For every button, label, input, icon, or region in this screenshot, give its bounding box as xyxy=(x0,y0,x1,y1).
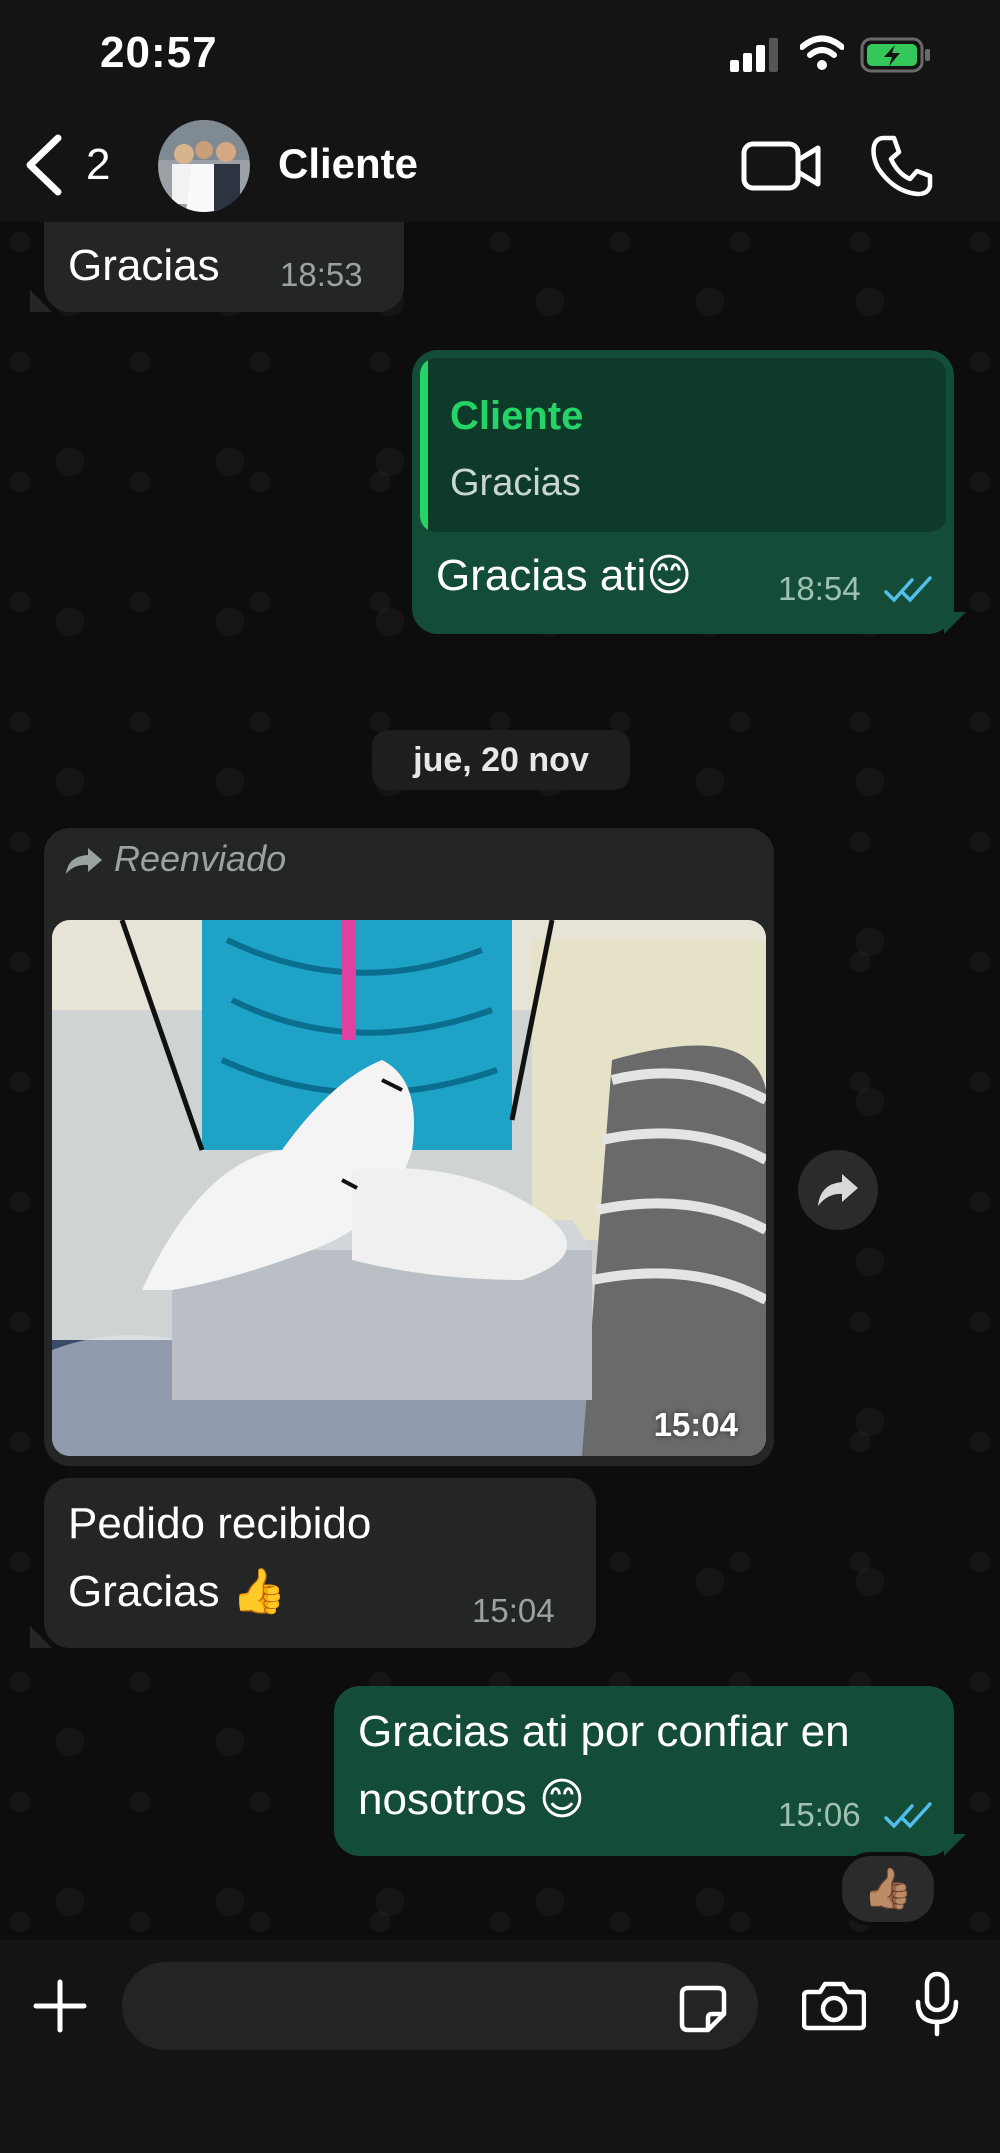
signal-icon xyxy=(730,38,782,77)
battery-icon xyxy=(860,36,932,79)
camera-icon[interactable] xyxy=(801,1978,867,2037)
forward-arrow-icon xyxy=(64,846,104,881)
bubble-tail xyxy=(944,1834,966,1856)
video-call-icon[interactable] xyxy=(740,136,824,201)
chat-header: 2 Cliente xyxy=(0,110,1000,222)
wifi-icon xyxy=(799,34,845,77)
date-separator: jue, 20 nov xyxy=(372,730,630,790)
reaction-badge[interactable]: 👍🏽 xyxy=(838,1852,938,1926)
message-text-line: Gracias ati por confiar en xyxy=(358,1707,850,1756)
message-text-line: Gracias 👍 xyxy=(68,1567,287,1616)
quote-bar xyxy=(420,358,428,532)
bubble-tail xyxy=(30,1626,52,1648)
message-text-line: Pedido recibido xyxy=(68,1499,372,1548)
outgoing-message[interactable]: Gracias ati por confiar en nosotros 😊 15… xyxy=(334,1686,954,1856)
message-time: 15:06 xyxy=(778,1796,861,1833)
forwarded-image-message[interactable]: Reenviado 15:04 xyxy=(44,828,774,1466)
status-bar: 20:57 xyxy=(0,0,1000,110)
message-time: 15:04 xyxy=(653,1406,738,1443)
status-time: 20:57 xyxy=(100,28,218,77)
message-text-line: nosotros 😊 xyxy=(358,1775,585,1824)
read-ticks-icon xyxy=(884,574,934,611)
read-ticks-icon xyxy=(884,1800,934,1837)
contact-name[interactable]: Cliente xyxy=(278,140,418,188)
chat-area[interactable]: Gracias 18:53 Cliente Gracias Gracias at… xyxy=(0,222,1000,1940)
quote-author: Cliente xyxy=(450,394,584,438)
back-button[interactable] xyxy=(20,130,70,205)
unread-count[interactable]: 2 xyxy=(86,140,110,190)
message-text: Gracias ati😊 xyxy=(436,551,693,600)
forwarded-label: Reenviado xyxy=(114,838,287,879)
shoe-photo[interactable]: 15:04 xyxy=(52,920,766,1456)
composer-bar xyxy=(0,1940,1000,2153)
bubble-tail xyxy=(944,612,966,634)
message-text: Gracias xyxy=(68,241,220,290)
incoming-message[interactable]: Pedido recibido Gracias 👍 15:04 xyxy=(44,1478,596,1648)
message-time: 18:53 xyxy=(280,256,363,293)
sticker-icon[interactable] xyxy=(678,1984,728,2039)
message-input[interactable] xyxy=(122,1962,758,2050)
incoming-message[interactable]: Gracias 18:53 xyxy=(44,222,404,312)
message-time: 18:54 xyxy=(778,570,861,607)
bubble-tail xyxy=(30,290,52,312)
quote-text: Gracias xyxy=(450,462,581,504)
plus-icon[interactable] xyxy=(30,1976,90,2041)
message-time: 15:04 xyxy=(472,1592,555,1629)
outgoing-message[interactable]: Cliente Gracias Gracias ati😊 18:54 xyxy=(412,350,954,634)
phone-call-icon[interactable] xyxy=(870,134,934,203)
share-button[interactable] xyxy=(798,1150,878,1230)
microphone-icon[interactable] xyxy=(912,1970,962,2045)
avatar[interactable] xyxy=(158,120,250,212)
quoted-message[interactable]: Cliente Gracias xyxy=(420,358,946,532)
